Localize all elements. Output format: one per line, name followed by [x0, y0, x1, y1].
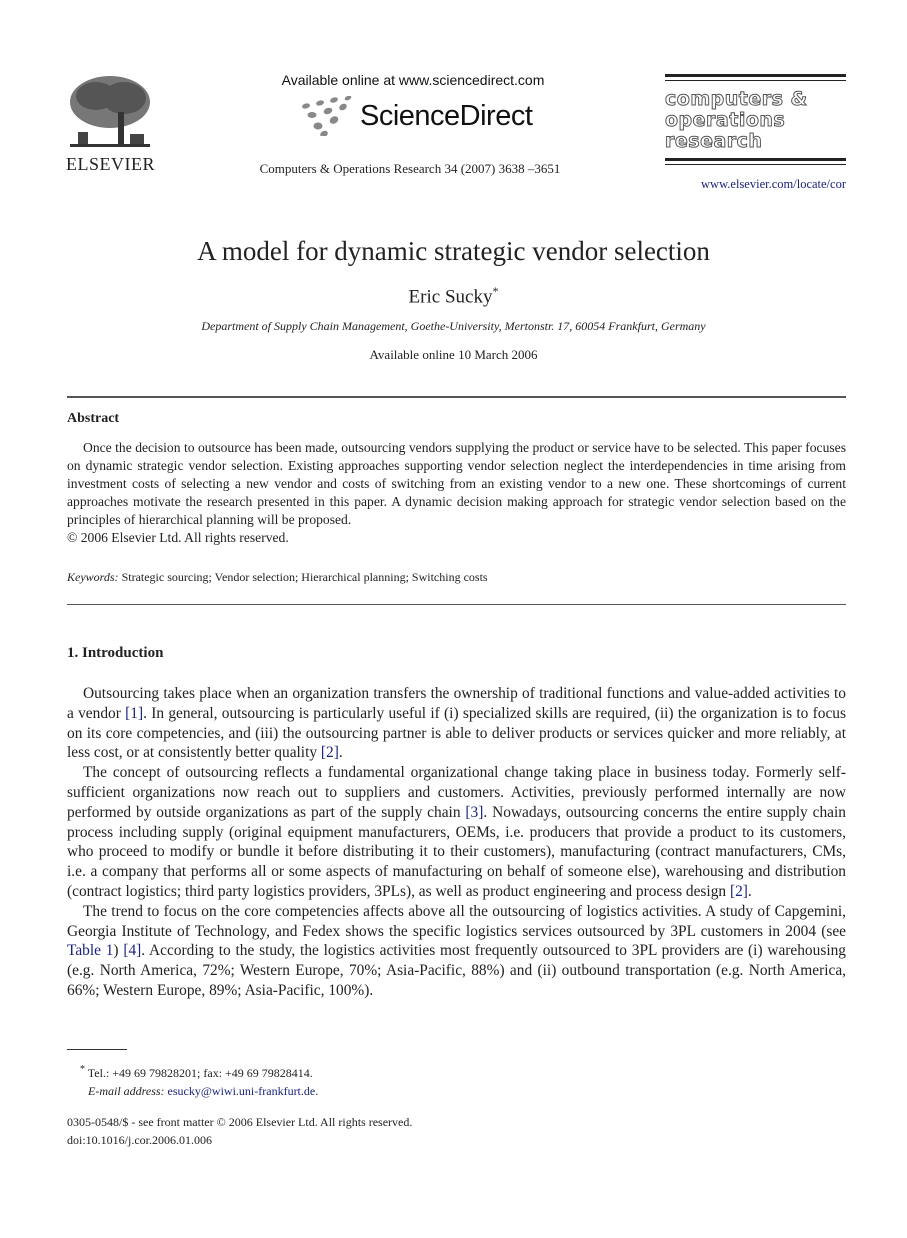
- divider-top: [67, 396, 846, 398]
- paragraph-text: .: [338, 744, 343, 762]
- elsevier-wordmark: ELSEVIER: [66, 154, 155, 174]
- journal-logo-rule-bottom-thin: [665, 164, 846, 165]
- journal-name-line: operations: [665, 109, 786, 131]
- paragraph-text: ): [113, 942, 124, 960]
- keywords-list: Strategic sourcing; Vendor selection; Hi…: [118, 570, 488, 584]
- affiliation: Department of Supply Chain Management, G…: [201, 319, 706, 333]
- intro-paragraph: The concept of outsourcing reflects a fu…: [67, 763, 846, 902]
- footnote-rule: [67, 1049, 127, 1050]
- footnote-contact: * Tel.: +49 69 79828201; fax: +49 69 798…: [80, 1064, 313, 1080]
- journal-logo-rule-top: [665, 74, 846, 77]
- table-link[interactable]: Table 1: [67, 942, 113, 959]
- author-footnote-mark[interactable]: *: [492, 284, 498, 298]
- journal-name-line: research: [665, 130, 763, 152]
- citation-link[interactable]: [2]: [730, 883, 748, 900]
- paragraph-text: . In general, outsourcing is particularl…: [67, 704, 846, 762]
- citation-link[interactable]: [1]: [125, 705, 143, 722]
- sciencedirect-brand: ScienceDirect: [360, 100, 533, 132]
- journal-name: computers & operations research: [665, 88, 846, 152]
- journal-url-link[interactable]: www.elsevier.com/locate/cor: [690, 177, 846, 192]
- journal-logo-rule-bottom: [665, 158, 846, 161]
- journal-name-line: computers &: [665, 88, 808, 110]
- keywords: Keywords: Strategic sourcing; Vendor sel…: [67, 570, 488, 585]
- elsevier-logo: ELSEVIER: [66, 74, 158, 178]
- keywords-label: Keywords:: [67, 570, 119, 584]
- journal-logo-rule-top-thin: [665, 80, 846, 81]
- paragraph-text: . According to the study, the logistics …: [67, 942, 846, 999]
- email-link[interactable]: esucky@wiwi.uni-frankfurt.de: [168, 1084, 316, 1098]
- abstract-text: Once the decision to outsource has been …: [67, 440, 846, 527]
- footnote: * Tel.: +49 69 79828201; fax: +49 69 798…: [80, 1061, 318, 1100]
- author-name: Eric Sucky: [408, 286, 493, 308]
- citation-link[interactable]: [2]: [321, 744, 339, 761]
- available-online-date: Available online 10 March 2006: [369, 347, 538, 362]
- sciencedirect-availability: Available online at www.sciencedirect.co…: [281, 72, 545, 88]
- introduction-body: Outsourcing takes place when an organiza…: [67, 684, 846, 1001]
- email-label: E-mail address:: [88, 1084, 165, 1098]
- paragraph-text: The trend to focus on the core competenc…: [67, 902, 846, 940]
- footnote-email: E-mail address: esucky@wiwi.uni-frankfur…: [88, 1084, 319, 1098]
- article-title: A model for dynamic strategic vendor sel…: [197, 236, 710, 266]
- sciencedirect-dots-icon: [302, 96, 352, 136]
- intro-paragraph: The trend to focus on the core competenc…: [67, 902, 846, 1001]
- divider-bottom: [67, 604, 846, 605]
- contact-text: Tel.: +49 69 79828201; fax: +49 69 79828…: [87, 1066, 313, 1080]
- section-heading-introduction: 1. Introduction: [67, 645, 164, 661]
- journal-logo: computers & operations research: [665, 74, 846, 165]
- journal-reference: Computers & Operations Research 34 (2007…: [259, 161, 561, 176]
- author: Eric Sucky*: [60, 284, 847, 308]
- front-matter-text: 0305-0548/$ - see front matter © 2006 El…: [67, 1115, 413, 1129]
- front-matter: 0305-0548/$ - see front matter © 2006 El…: [67, 1113, 412, 1149]
- abstract-heading: Abstract: [67, 411, 120, 426]
- elsevier-tree-icon: [70, 76, 150, 147]
- sciencedirect-logo: ScienceDirect: [296, 96, 536, 136]
- intro-paragraph: Outsourcing takes place when an organiza…: [67, 684, 846, 763]
- abstract-copyright: © 2006 Elsevier Ltd. All rights reserved…: [67, 530, 289, 545]
- abstract-body: Once the decision to outsource has been …: [67, 439, 846, 547]
- citation-link[interactable]: [3]: [465, 804, 483, 821]
- doi[interactable]: doi:10.1016/j.cor.2006.01.006: [67, 1131, 412, 1149]
- citation-link[interactable]: [4]: [123, 942, 141, 959]
- paragraph-text: .: [747, 882, 752, 900]
